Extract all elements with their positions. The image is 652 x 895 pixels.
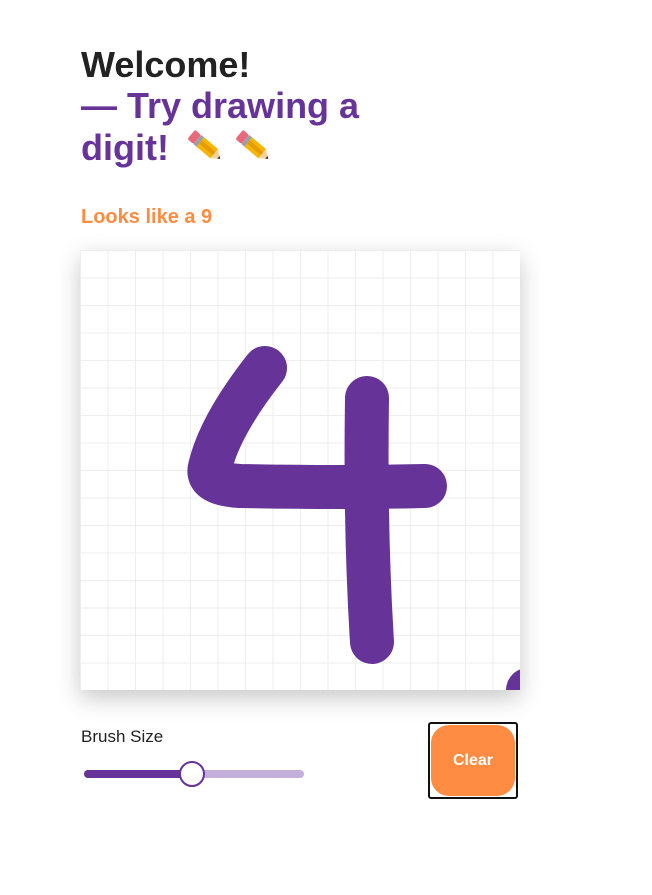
drawing-surface[interactable] bbox=[80, 250, 520, 690]
drawing-canvas[interactable] bbox=[80, 250, 520, 690]
page-title: Welcome! — Try drawing a digit! bbox=[81, 44, 401, 168]
drawn-dot bbox=[506, 669, 520, 690]
clear-button[interactable]: Clear bbox=[428, 722, 518, 799]
slider-thumb[interactable] bbox=[178, 761, 205, 787]
welcome-text: Welcome! bbox=[81, 44, 251, 85]
prediction-text: Looks like a 9 bbox=[81, 206, 213, 228]
drawn-stroke bbox=[344, 376, 394, 664]
slider-fill bbox=[84, 770, 192, 778]
brush-size-label: Brush Size bbox=[81, 727, 164, 746]
pencil-icon bbox=[183, 126, 227, 166]
clear-button-label: Clear bbox=[431, 725, 515, 796]
brush-size-slider[interactable] bbox=[84, 760, 304, 788]
pencil-icon bbox=[231, 126, 275, 166]
drawn-stroke bbox=[187, 346, 447, 509]
app-page: Welcome! — Try drawing a digit! Looks li… bbox=[0, 0, 652, 895]
